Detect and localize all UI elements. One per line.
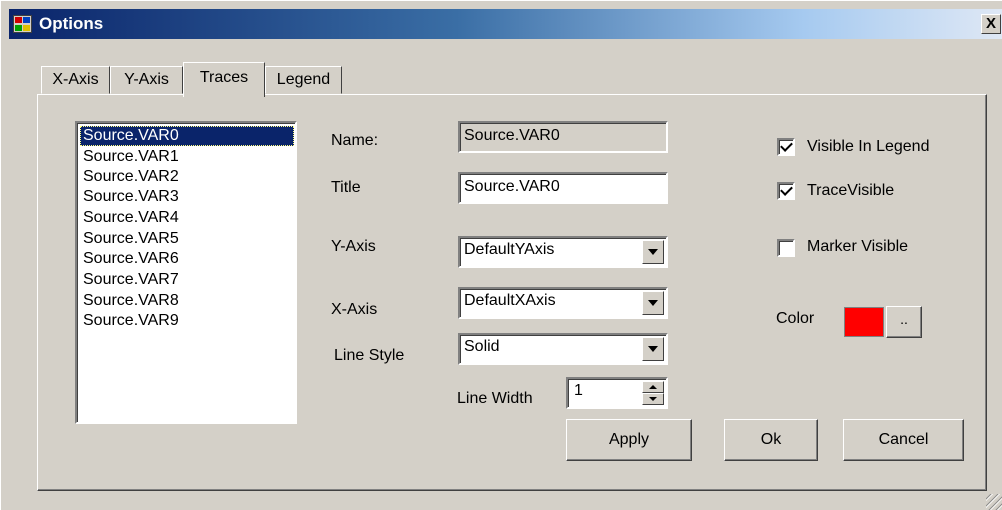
x-axis-dropdown[interactable]: DefaultXAxis — [458, 287, 668, 319]
name-field: Source.VAR0 — [458, 121, 668, 153]
title-bar[interactable]: Options X — [9, 9, 1002, 39]
trace-visible-checkbox[interactable] — [777, 182, 795, 200]
tab-y-axis[interactable]: Y-Axis — [110, 66, 183, 94]
resize-grip-icon[interactable] — [986, 494, 1002, 510]
list-item[interactable]: Source.VAR4 — [80, 208, 294, 228]
title-label: Title — [331, 179, 361, 196]
list-item[interactable]: Source.VAR3 — [80, 187, 294, 207]
tab-traces[interactable]: Traces — [183, 62, 265, 97]
trace-list[interactable]: Source.VAR0 Source.VAR1 Source.VAR2 Sour… — [75, 121, 297, 424]
visible-in-legend-label: Visible In Legend — [807, 138, 930, 155]
chevron-down-icon[interactable] — [642, 291, 664, 315]
line-style-label: Line Style — [334, 347, 405, 364]
chevron-down-icon[interactable] — [642, 337, 664, 361]
spin-down-icon[interactable] — [642, 393, 664, 405]
tab-x-axis[interactable]: X-Axis — [41, 66, 110, 94]
list-item[interactable]: Source.VAR2 — [80, 167, 294, 187]
color-picker-button[interactable]: .. — [886, 306, 922, 338]
list-item[interactable]: Source.VAR7 — [80, 270, 294, 290]
y-axis-dropdown[interactable]: DefaultYAxis — [458, 236, 668, 268]
cancel-button[interactable]: Cancel — [843, 419, 964, 461]
list-item[interactable]: Source.VAR1 — [80, 147, 294, 167]
trace-visible-label: TraceVisible — [807, 182, 895, 199]
x-axis-label: X-Axis — [331, 301, 378, 318]
marker-visible-checkbox[interactable] — [777, 239, 795, 257]
list-item[interactable]: Source.VAR5 — [80, 229, 294, 249]
list-item[interactable]: Source.VAR8 — [80, 291, 294, 311]
color-swatch — [844, 307, 884, 337]
visible-in-legend-checkbox[interactable] — [777, 138, 795, 156]
spin-up-icon[interactable] — [642, 381, 664, 393]
list-item[interactable]: Source.VAR0 — [80, 126, 294, 146]
color-label: Color — [776, 310, 815, 327]
line-width-spinner[interactable]: 1 — [566, 377, 668, 409]
apply-button[interactable]: Apply — [566, 419, 692, 461]
x-axis-value: DefaultXAxis — [464, 292, 556, 309]
y-axis-label: Y-Axis — [331, 238, 376, 255]
options-dialog: Options X X-Axis Y-Axis Traces Legend So… — [0, 0, 1002, 510]
tab-legend[interactable]: Legend — [265, 66, 342, 94]
close-button[interactable]: X — [981, 14, 1001, 34]
window-title: Options — [39, 14, 104, 33]
line-style-value: Solid — [464, 338, 500, 355]
list-item[interactable]: Source.VAR9 — [80, 311, 294, 331]
name-label: Name: — [331, 132, 379, 149]
y-axis-value: DefaultYAxis — [464, 241, 555, 258]
title-input[interactable]: Source.VAR0 — [458, 172, 668, 204]
list-item[interactable]: Source.VAR6 — [80, 249, 294, 269]
ok-button[interactable]: Ok — [724, 419, 818, 461]
line-width-label: Line Width — [457, 390, 533, 407]
app-icon — [13, 15, 32, 33]
marker-visible-label: Marker Visible — [807, 238, 909, 255]
line-style-dropdown[interactable]: Solid — [458, 333, 668, 365]
line-width-value: 1 — [574, 382, 583, 399]
chevron-down-icon[interactable] — [642, 240, 664, 264]
